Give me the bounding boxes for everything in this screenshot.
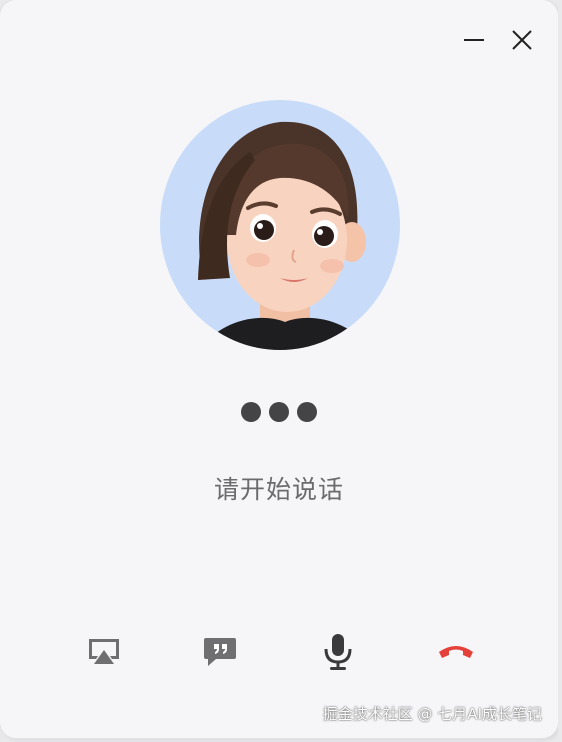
typing-dot	[241, 402, 261, 422]
hang-up-phone-icon	[439, 646, 473, 658]
voice-call-window: 请开始说话 掘金技术社区 @ 七月AI成长笔记	[0, 0, 558, 738]
screen-cast-button[interactable]	[82, 632, 126, 672]
chat-bubble-quote-icon	[204, 638, 236, 666]
status-prompt: 请开始说话	[213, 475, 344, 504]
watermark: 掘金技术社区 @ 七月AI成长笔记	[322, 705, 542, 723]
close-icon	[512, 30, 532, 50]
typing-indicator	[0, 402, 558, 422]
typing-dot	[269, 402, 289, 422]
minimize-button[interactable]	[460, 26, 488, 54]
assistant-avatar	[160, 100, 400, 350]
window-edge	[558, 0, 562, 742]
hang-up-button[interactable]	[434, 632, 478, 672]
screen-cast-icon	[89, 639, 119, 664]
window-controls	[460, 26, 536, 54]
typing-dot	[297, 402, 317, 422]
chat-button[interactable]	[198, 632, 242, 672]
close-button[interactable]	[508, 26, 536, 54]
microphone-button[interactable]	[316, 632, 360, 672]
minimize-icon	[464, 39, 484, 41]
microphone-icon	[324, 634, 352, 670]
